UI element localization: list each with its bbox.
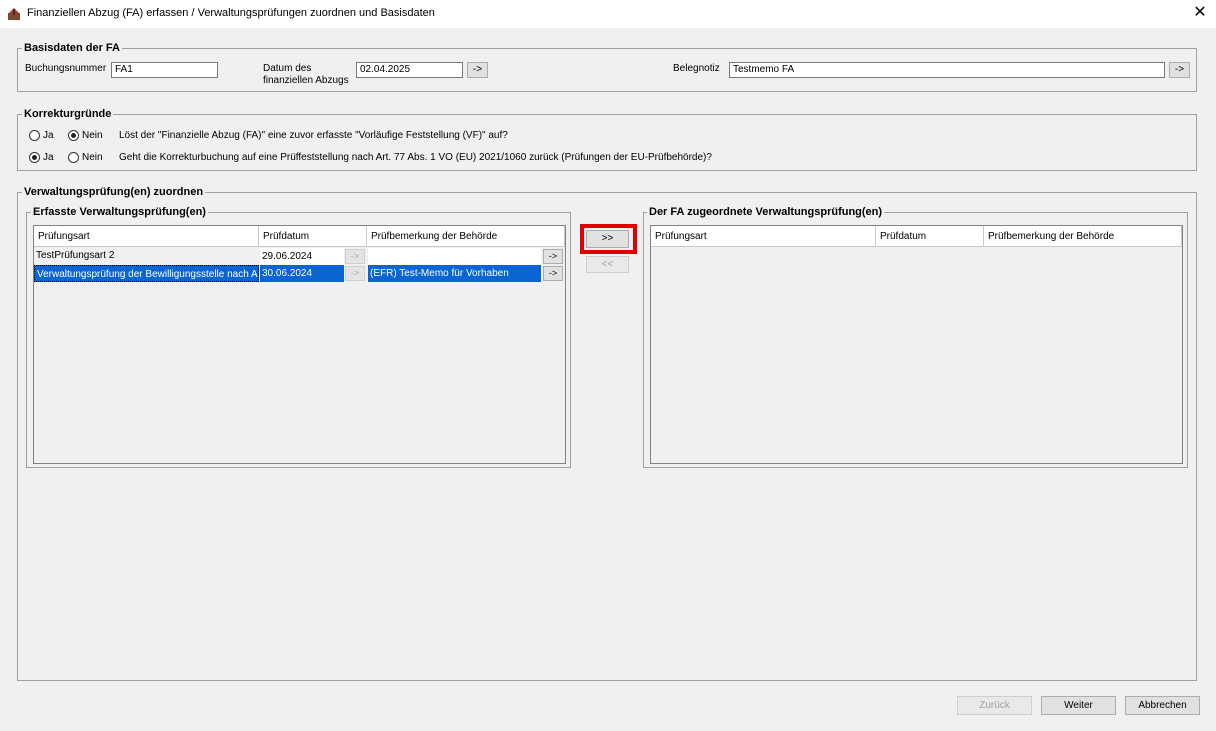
- q2-nein-radio[interactable]: [68, 152, 79, 163]
- row2-bemerkung-button[interactable]: ->: [543, 266, 563, 281]
- col-pruefdatum[interactable]: Prüfdatum: [876, 226, 984, 247]
- datum-label-line2: finanziellen Abzugs: [263, 75, 349, 86]
- move-left-button[interactable]: <<: [586, 256, 629, 273]
- zuordnen-legend: Verwaltungsprüfung(en) zuordnen: [22, 186, 206, 199]
- col-pruefbemerkung[interactable]: Prüfbemerkung der Behörde: [984, 226, 1182, 247]
- col-pruefungsart[interactable]: Prüfungsart: [651, 226, 876, 247]
- weiter-button[interactable]: Weiter: [1041, 696, 1116, 715]
- col-pruefdatum[interactable]: Prüfdatum: [259, 226, 367, 247]
- row1-art: TestPrüfungsart 2: [34, 247, 259, 264]
- q1-question: Löst der "Finanzielle Abzug (FA)" eine z…: [119, 130, 508, 141]
- row2-bemerkung[interactable]: (EFR) Test-Memo für Vorhaben: [368, 265, 541, 282]
- q1-ja-label: Ja: [43, 130, 54, 141]
- move-right-button[interactable]: >>: [586, 230, 629, 248]
- q1-nein-radio[interactable]: [68, 130, 79, 141]
- buchungsnummer-field[interactable]: FA1: [111, 62, 218, 78]
- q2-nein-label: Nein: [82, 152, 103, 163]
- zurueck-button[interactable]: Zurück: [957, 696, 1032, 715]
- q2-question: Geht die Korrekturbuchung auf eine Prüff…: [119, 152, 712, 163]
- belegnotiz-button[interactable]: ->: [1169, 62, 1190, 78]
- korrektur-legend: Korrekturgründe: [22, 108, 114, 121]
- zugeordnet-table: Prüfungsart Prüfdatum Prüfbemerkung der …: [650, 225, 1183, 464]
- row1-bemerkung-button[interactable]: ->: [543, 249, 563, 264]
- datum-label-line1: Datum des: [263, 63, 312, 74]
- row2-art: Verwaltungsprüfung der Bewilligungsstell…: [34, 265, 259, 282]
- row1-datum[interactable]: 29.06.2024: [260, 248, 344, 265]
- app-icon: [8, 8, 20, 20]
- datum-field[interactable]: 02.04.2025: [356, 62, 463, 78]
- buchungsnummer-label: Buchungsnummer: [25, 63, 107, 74]
- erfasste-legend: Erfasste Verwaltungsprüfung(en): [31, 206, 208, 219]
- table-row[interactable]: TestPrüfungsart 2 29.06.2024 -> ->: [34, 247, 565, 265]
- basisdaten-legend: Basisdaten der FA: [22, 42, 122, 55]
- row2-datum-button[interactable]: ->: [345, 266, 365, 281]
- abbrechen-button[interactable]: Abbrechen: [1125, 696, 1200, 715]
- close-icon[interactable]: ✕: [1190, 3, 1210, 23]
- q2-ja-radio[interactable]: [29, 152, 40, 163]
- table-row[interactable]: Verwaltungsprüfung der Bewilligungsstell…: [34, 265, 565, 283]
- row2-datum[interactable]: 30.06.2024: [260, 265, 344, 282]
- q1-ja-radio[interactable]: [29, 130, 40, 141]
- row1-bemerkung[interactable]: [368, 248, 541, 265]
- belegnotiz-field[interactable]: Testmemo FA: [729, 62, 1165, 78]
- row1-datum-button[interactable]: ->: [345, 249, 365, 264]
- zugeordnet-legend: Der FA zugeordnete Verwaltungsprüfung(en…: [647, 206, 885, 219]
- q1-nein-label: Nein: [82, 130, 103, 141]
- belegnotiz-label: Belegnotiz: [673, 63, 720, 74]
- title-bar: Finanziellen Abzug (FA) erfassen / Verwa…: [0, 0, 1216, 28]
- window-title: Finanziellen Abzug (FA) erfassen / Verwa…: [27, 7, 435, 19]
- col-pruefungsart[interactable]: Prüfungsart: [34, 226, 259, 247]
- erfasste-table: Prüfungsart Prüfdatum Prüfbemerkung der …: [33, 225, 566, 464]
- datum-picker-button[interactable]: ->: [467, 62, 488, 78]
- col-pruefbemerkung[interactable]: Prüfbemerkung der Behörde: [367, 226, 565, 247]
- q2-ja-label: Ja: [43, 152, 54, 163]
